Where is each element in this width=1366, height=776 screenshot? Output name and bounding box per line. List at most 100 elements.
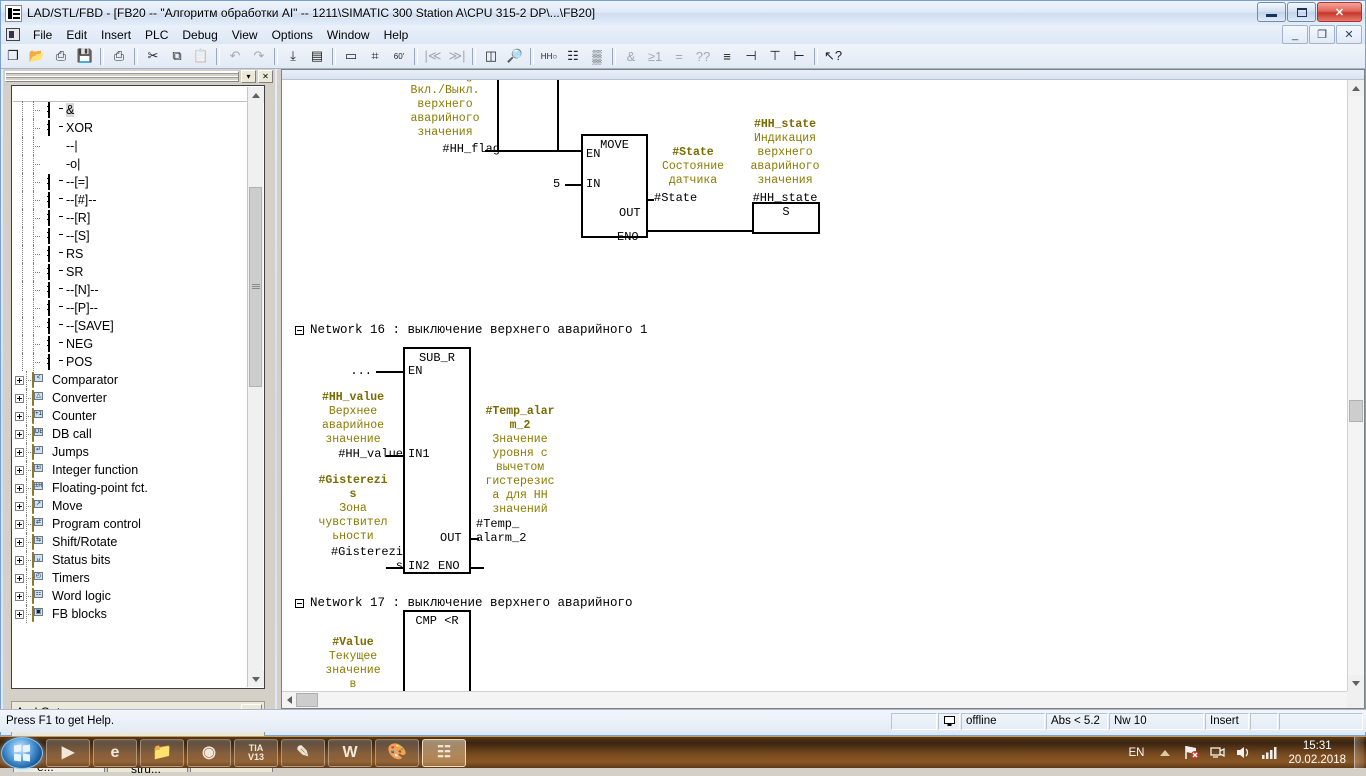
toolbar-monitor-icon[interactable]: ▤ [305, 45, 329, 67]
tree-item-xor[interactable]: XOR [13, 119, 248, 137]
editor-horizontal-scrollbar[interactable] [282, 691, 1347, 708]
tree-expand-icon[interactable] [13, 533, 26, 551]
editor-scroll-thumb[interactable] [1349, 400, 1363, 422]
taskbar-clock[interactable]: 15:31 20.02.2018 [1288, 739, 1346, 767]
tree-item-comparator[interactable]: < Comparator [13, 371, 248, 389]
network-16-header[interactable]: Network 16 : выключение верхнего аварийн… [295, 323, 648, 337]
taskbar-media-player[interactable]: ▶ [46, 738, 90, 767]
tree-item-[interactable]: --[#]-- [13, 191, 248, 209]
tree-item-timers[interactable]: ◴ Timers [13, 569, 248, 587]
tree-item-pos[interactable]: POS [13, 353, 248, 371]
editor-scroll-down-button[interactable] [1348, 675, 1364, 691]
tree-expand-icon[interactable] [13, 515, 26, 533]
toolbar-copy-icon[interactable]: ⧉ [165, 45, 189, 67]
taskbar-lad-stl-fbd[interactable]: ☷ [422, 738, 466, 767]
show-desktop-button[interactable] [1354, 736, 1364, 769]
tree-item-[interactable]: --[=] [13, 173, 248, 191]
tree-item-rs[interactable]: RS [13, 245, 248, 263]
tree-expand-icon[interactable] [13, 587, 26, 605]
toolbar-symbol-icon[interactable]: ▭ [339, 45, 363, 67]
tree-item-program-control[interactable]: ⇄ Program control [13, 515, 248, 533]
ladder-canvas[interactable]: #HH_flag Вкл./Выкл. верхнего аварийного … [282, 80, 1347, 691]
taskbar-internet-explorer[interactable]: e [93, 738, 137, 767]
menu-item-options[interactable]: Options [265, 26, 320, 44]
editor-scroll-left-button[interactable] [282, 692, 296, 709]
tree-item-status-bits[interactable]: ␣ Status bits [13, 551, 248, 569]
maximize-button[interactable] [1287, 2, 1316, 22]
tree-item-word-logic[interactable]: ☷ Word logic [13, 587, 248, 605]
taskbar-microsoft-word[interactable]: W [328, 738, 372, 767]
editor-scroll-up-button[interactable] [1348, 80, 1364, 96]
tree-scroll-up-button[interactable] [248, 87, 264, 103]
toolbar-details-icon[interactable]: 🔎 [503, 45, 527, 67]
panel-drag-grip[interactable] [5, 71, 239, 82]
taskbar-explorer[interactable]: 📁 [140, 738, 184, 767]
tree-item-floating-point-fct[interactable]: ±R Floating-point fct. [13, 479, 248, 497]
toolbar-open-online-icon[interactable]: ⎙ [49, 45, 73, 67]
network-16-collapse-icon[interactable] [295, 325, 304, 335]
tree-item-move[interactable]: ↗ Move [13, 497, 248, 515]
system-menu-icon[interactable] [6, 28, 20, 41]
network-icon[interactable] [1207, 743, 1227, 763]
tree-expand-icon[interactable] [13, 605, 26, 623]
tree-item-save[interactable]: --[SAVE] [13, 317, 248, 335]
tree-expand-icon[interactable] [13, 461, 26, 479]
menu-item-insert[interactable]: Insert [94, 26, 138, 44]
editor-vertical-scrollbar[interactable] [1347, 80, 1364, 691]
tree-item-sr[interactable]: SR [13, 263, 248, 281]
toolbar-elements-icon[interactable]: ☷ [561, 45, 585, 67]
tree-item-list[interactable]: & XOR --| -o| --[=] --[#]-- --[R] --[S] RS SR --[N… [13, 101, 248, 687]
volume-icon[interactable] [1233, 743, 1253, 763]
toolbar-print-icon[interactable]: ⎙ [107, 45, 131, 67]
toolbar-cut-icon[interactable]: ✂ [141, 45, 165, 67]
toolbar-new-icon[interactable]: ❐ [1, 45, 25, 67]
panel-close-icon[interactable]: ✕ [258, 70, 273, 83]
tree-scroll-down-button[interactable] [248, 671, 264, 687]
tree-item-[interactable]: --| [13, 137, 248, 155]
taskbar-step7-manager[interactable]: ✎ [281, 738, 325, 767]
tree-scroll-thumb[interactable] [249, 187, 262, 387]
tree-item-[interactable]: & [13, 101, 248, 119]
tree-item-s[interactable]: --[S] [13, 227, 248, 245]
editor-hscroll-thumb[interactable] [296, 693, 318, 707]
menu-item-plc[interactable]: PLC [138, 26, 175, 44]
tree-item-converter[interactable]: △ Converter [13, 389, 248, 407]
net15-contact-box[interactable] [497, 80, 559, 152]
net17-cmp-block[interactable]: CMP <R [403, 610, 471, 691]
toolbar-save-icon[interactable]: 💾 [73, 45, 97, 67]
toolbar-contact-icon[interactable]: ⊣ [739, 45, 763, 67]
toolbar-libraries-icon[interactable]: ▒ [585, 45, 609, 67]
tree-item-p[interactable]: --[P]-- [13, 299, 248, 317]
tree-item-counter[interactable]: +1 Counter [13, 407, 248, 425]
windows-start-orb[interactable] [1, 736, 43, 769]
tree-expand-icon[interactable] [13, 569, 26, 587]
tray-language[interactable]: EN [1128, 747, 1144, 759]
toolbar-download-icon[interactable]: ⤓ [281, 45, 305, 67]
minimize-button[interactable] [1257, 2, 1286, 22]
show-hidden-icons-icon[interactable] [1155, 743, 1175, 763]
toolbar-open-branch-icon[interactable]: ⊤ [763, 45, 787, 67]
tree-expand-icon[interactable] [13, 425, 26, 443]
tree-item-integer-function[interactable]: ±I Integer function [13, 461, 248, 479]
menu-item-file[interactable]: File [26, 26, 59, 44]
network-17-collapse-icon[interactable] [295, 598, 304, 608]
toolbar-symbol-table-icon[interactable]: ⌗ [363, 45, 387, 67]
tree-item-fb-blocks[interactable]: ▣ FB blocks [13, 605, 248, 623]
net16-en-operand[interactable]: ... [330, 364, 372, 378]
net15-set-coil[interactable]: S [752, 202, 820, 234]
tree-expand-icon[interactable] [13, 551, 26, 569]
tree-expand-icon[interactable] [13, 443, 26, 461]
mdi-minimize-button[interactable]: _ [1282, 25, 1308, 44]
tree-item-neg[interactable]: NEG [13, 335, 248, 353]
close-button[interactable]: ✕ [1317, 2, 1362, 22]
taskbar-tia-portal-v13[interactable]: TIA V13 [234, 738, 278, 767]
tree-item-o[interactable]: -o| [13, 155, 248, 173]
toolbar-open-icon[interactable]: 📂 [25, 45, 49, 67]
tree-item-r[interactable]: --[R] [13, 209, 248, 227]
tree-vertical-scrollbar[interactable] [247, 87, 264, 687]
toolbar-zoom-icon[interactable]: 60' [387, 45, 411, 67]
toolbar-network-icon[interactable]: HH○ [537, 45, 561, 67]
tree-expand-icon[interactable] [13, 497, 26, 515]
tree-expand-icon[interactable] [13, 407, 26, 425]
network-17-header[interactable]: Network 17 : выключение верхнего аварийн… [295, 596, 633, 610]
